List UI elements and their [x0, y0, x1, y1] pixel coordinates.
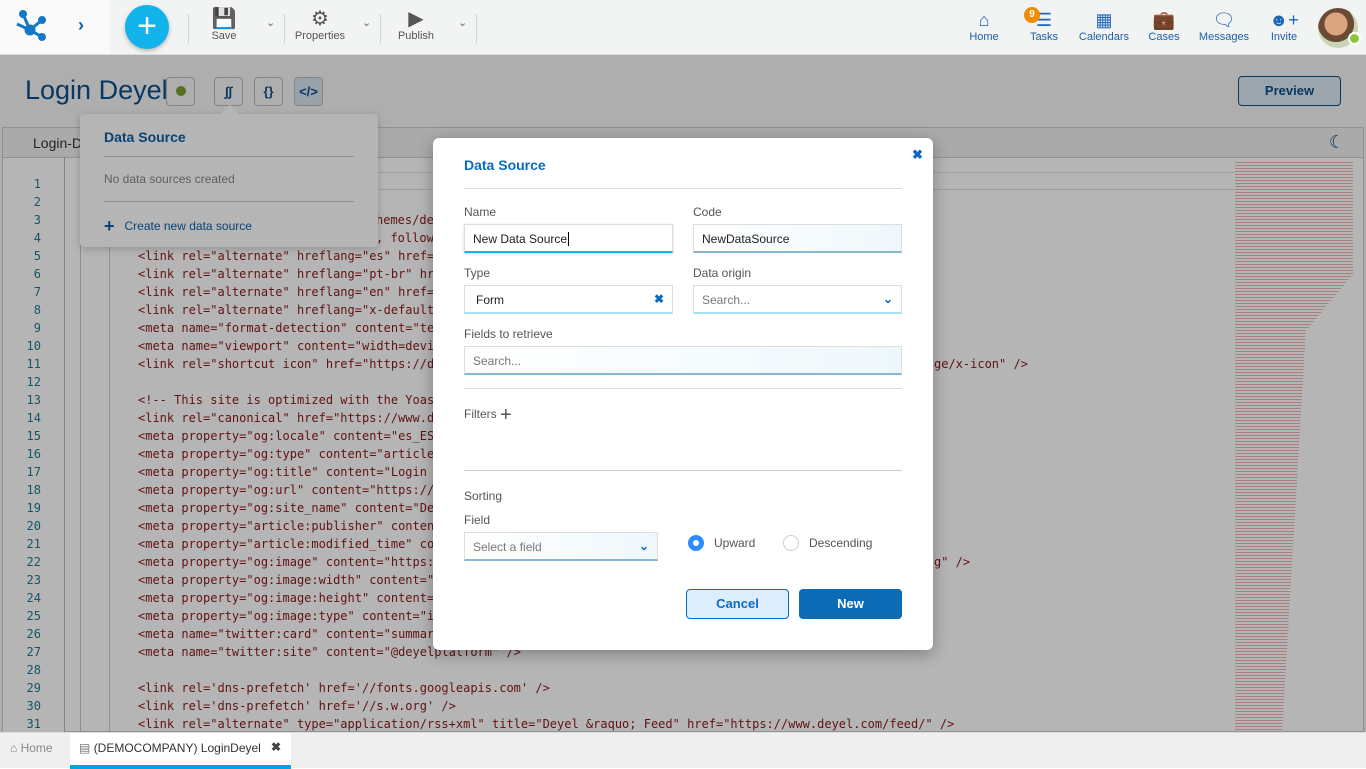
publish-dropdown-chevron-icon[interactable]: ⌄ [458, 16, 467, 29]
descending-radio[interactable] [783, 535, 799, 551]
tasks-icon: ☰ [1035, 10, 1053, 30]
data-origin-label: Data origin [693, 266, 752, 280]
nav-cases[interactable]: 💼 Cases [1134, 9, 1194, 43]
add-filter-plus-icon[interactable]: + [500, 404, 512, 426]
home-tab[interactable]: ⌂ Home [10, 741, 53, 755]
properties-button[interactable]: ⚙ Properties [290, 8, 350, 42]
sort-field-placeholder: Select a field [473, 540, 542, 554]
logo-area: › [0, 0, 110, 54]
new-button[interactable]: New [799, 589, 902, 619]
text-cursor [568, 232, 570, 246]
nav-home[interactable]: ⌂ Home [954, 9, 1014, 43]
chevron-down-icon[interactable]: ⌄ [883, 292, 893, 306]
nav-label: Invite [1270, 31, 1298, 43]
nav-label: Calendars [1078, 31, 1130, 43]
type-value: Form [476, 293, 504, 307]
divider [464, 470, 902, 471]
chevron-down-icon[interactable]: ⌄ [639, 539, 649, 553]
filters-text: Filters [464, 407, 497, 421]
briefcase-icon: 💼 [1152, 10, 1176, 30]
home-tab-label: Home [20, 741, 53, 755]
deyel-logo-icon [16, 10, 46, 41]
sorting-label: Sorting [464, 489, 503, 503]
divider [464, 388, 902, 389]
tasks-badge: 9 [1024, 7, 1040, 23]
divider [380, 14, 381, 44]
code-label: Code [693, 205, 722, 219]
publish-button[interactable]: ▶ Publish [392, 8, 440, 42]
nav-invite[interactable]: ☻+ Invite [1254, 9, 1314, 43]
code-input[interactable]: NewDataSource [693, 224, 902, 253]
online-status-dot [1348, 32, 1361, 45]
home-icon: ⌂ [10, 741, 18, 755]
message-icon: 🗨 [1212, 10, 1236, 30]
fields-label: Fields to retrieve [464, 327, 553, 341]
tab-label: (DEMOCOMPANY) LoginDeyel [93, 741, 261, 755]
code-value: NewDataSource [702, 232, 790, 246]
data-origin-select[interactable]: Search... ⌄ [693, 285, 902, 314]
home-icon: ⌂ [978, 10, 990, 30]
divider [188, 14, 189, 44]
data-source-dialog: Data Source ✖ Name New Data Source Code … [433, 138, 933, 650]
expand-menu-icon[interactable]: › [78, 15, 84, 36]
nav-label: Tasks [1029, 31, 1059, 43]
document-icon: ▤ [79, 741, 91, 755]
type-select[interactable]: Form ✖ [464, 285, 673, 314]
data-origin-placeholder: Search... [702, 293, 751, 307]
top-toolbar: › + 💾 Save ⌄ ⚙ Properties ⌄ ▶ Publish ⌄ ⌂ Ho… [0, 0, 1366, 55]
nav-label: Cases [1148, 31, 1180, 43]
play-icon: ▶ [408, 8, 424, 30]
bottom-tab-bar: ⌂ Home ▤ (DEMOCOMPANY) LoginDeyel ✖ [0, 732, 1366, 769]
fields-to-retrieve-input[interactable]: Search... [464, 346, 902, 375]
name-input[interactable]: New Data Source [464, 224, 673, 253]
name-value: New Data Source [473, 232, 568, 246]
divider [284, 14, 285, 44]
add-user-icon: ☻+ [1269, 10, 1299, 30]
upward-label: Upward [714, 536, 756, 550]
open-document-tab[interactable]: ▤ (DEMOCOMPANY) LoginDeyel ✖ [70, 733, 291, 769]
sort-field-select[interactable]: Select a field ⌄ [464, 532, 658, 561]
name-label: Name [464, 205, 497, 219]
descending-label: Descending [809, 536, 873, 550]
properties-dropdown-chevron-icon[interactable]: ⌄ [362, 16, 371, 29]
nav-tasks[interactable]: ☰ Tasks [1014, 9, 1074, 43]
nav-calendars[interactable]: ▦ Calendars [1074, 9, 1134, 43]
divider [476, 14, 477, 44]
nav-label: Home [969, 31, 999, 43]
gear-icon: ⚙ [311, 8, 329, 30]
save-icon: 💾 [211, 8, 237, 30]
upward-radio[interactable] [688, 535, 704, 551]
nav-label: Messages [1198, 31, 1250, 43]
fields-placeholder: Search... [473, 354, 522, 368]
dialog-title: Data Source [464, 157, 546, 173]
publish-label: Publish [397, 30, 435, 42]
field-label: Field [464, 513, 491, 527]
clear-icon[interactable]: ✖ [654, 292, 664, 306]
calendar-icon: ▦ [1095, 10, 1113, 30]
close-icon[interactable]: ✖ [912, 147, 923, 163]
type-label: Type [464, 266, 491, 280]
nav-messages[interactable]: 🗨 Messages [1194, 9, 1254, 43]
save-button[interactable]: 💾 Save [200, 8, 248, 42]
divider [464, 188, 902, 189]
cancel-button[interactable]: Cancel [686, 589, 789, 619]
save-label: Save [211, 30, 237, 42]
filters-label: Filters + [464, 404, 512, 427]
close-tab-icon[interactable]: ✖ [271, 740, 281, 754]
save-dropdown-chevron-icon[interactable]: ⌄ [266, 16, 275, 29]
properties-label: Properties [294, 30, 346, 42]
add-button[interactable]: + [125, 5, 169, 49]
